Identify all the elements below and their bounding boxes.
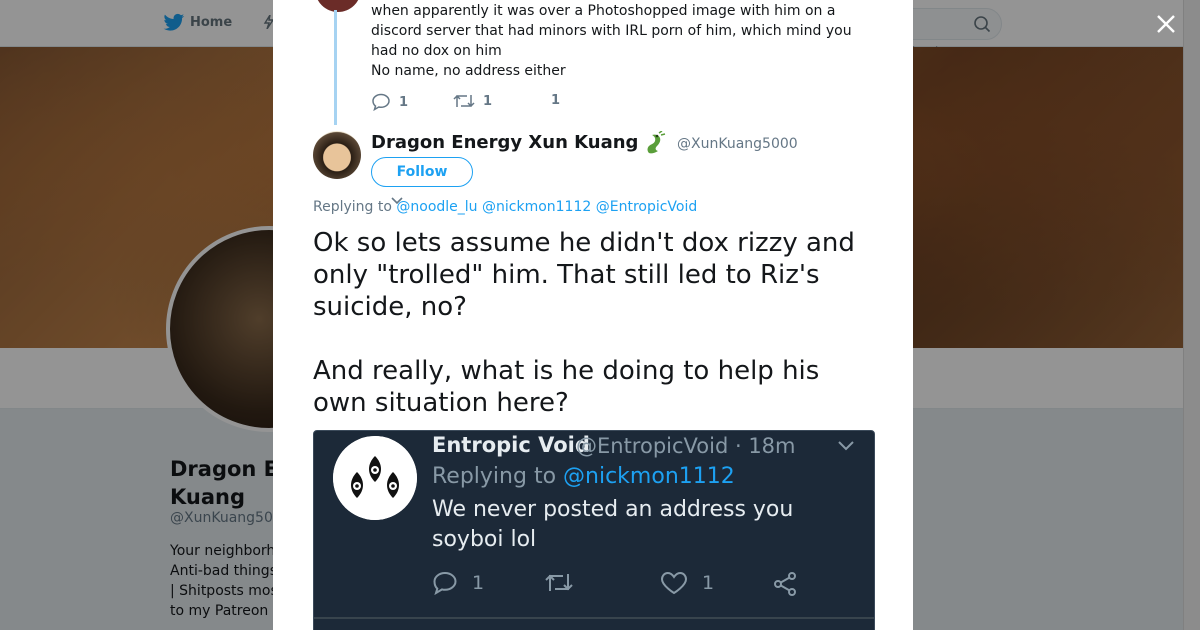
embedded-actions: 1 1 bbox=[432, 571, 852, 599]
previous-tweet-line: had no dox on him bbox=[371, 43, 502, 59]
retweet-count: 1 bbox=[483, 93, 493, 109]
mention-link[interactable]: @noodle_lu bbox=[396, 199, 477, 215]
thread-connector-line bbox=[334, 10, 337, 125]
follow-button[interactable]: Follow bbox=[371, 157, 473, 187]
chevron-down-icon bbox=[838, 441, 854, 451]
tweet-paragraph: Ok so lets assume he didn't dox rizzy an… bbox=[313, 228, 855, 322]
embedded-mention: @nickmon1112 bbox=[563, 464, 735, 489]
author-avatar[interactable] bbox=[313, 131, 361, 179]
retweet-icon bbox=[453, 94, 475, 108]
previous-tweet-line: No name, no address either bbox=[371, 63, 566, 79]
entropic-void-avatar bbox=[333, 436, 417, 520]
replying-to: Replying to @noodle_lu @nickmon1112 @Ent… bbox=[313, 199, 697, 215]
embedded-retweet bbox=[544, 571, 574, 595]
previous-tweet-actions: 1 1 1 bbox=[371, 93, 631, 113]
dragon-emoji-icon bbox=[647, 131, 666, 154]
tweet-paragraph: And really, what is he doing to help his… bbox=[313, 356, 820, 418]
reply-icon bbox=[433, 571, 457, 595]
previous-tweet-line: discord server that had minors with IRL … bbox=[371, 23, 852, 39]
reply-icon bbox=[372, 93, 390, 111]
embedded-like: 1 bbox=[660, 571, 714, 595]
mention-link[interactable]: @nickmon1112 bbox=[482, 199, 591, 215]
retweet-button[interactable]: 1 bbox=[453, 93, 492, 109]
reply-button[interactable]: 1 bbox=[371, 93, 408, 111]
tweet-text: Ok so lets assume he didn't dox rizzy an… bbox=[313, 227, 873, 419]
like-button[interactable]: 1 bbox=[551, 93, 560, 108]
share-icon bbox=[774, 572, 796, 596]
embedded-reply-count: 1 bbox=[472, 572, 485, 594]
previous-tweet-avatar[interactable] bbox=[315, 0, 361, 12]
previous-tweet-text: when apparently it was over a Photoshopp… bbox=[371, 1, 871, 81]
retweet-icon bbox=[545, 574, 573, 591]
author-name[interactable]: Dragon Energy Xun Kuang bbox=[371, 132, 638, 153]
embedded-share bbox=[772, 571, 798, 597]
previous-tweet-line: when apparently it was over a Photoshopp… bbox=[371, 3, 836, 19]
like-count: 1 bbox=[551, 93, 561, 108]
embedded-reply: 1 bbox=[432, 571, 484, 595]
embedded-replying-to: Replying to @nickmon1112 bbox=[432, 464, 735, 489]
embedded-replying-label: Replying to bbox=[432, 464, 557, 489]
tweet-modal: when apparently it was over a Photoshopp… bbox=[273, 0, 913, 630]
tweet-media-image[interactable]: Entropic Void @EntropicVoid · 18m Replyi… bbox=[313, 430, 875, 630]
replying-to-label: Replying to bbox=[313, 199, 392, 215]
author-handle[interactable]: @XunKuang5000 bbox=[677, 136, 798, 152]
embedded-author-name: Entropic Void bbox=[432, 433, 590, 457]
close-icon[interactable] bbox=[1154, 12, 1178, 36]
mention-link[interactable]: @EntropicVoid bbox=[596, 199, 698, 215]
embedded-author-meta: @EntropicVoid · 18m bbox=[576, 434, 796, 458]
embedded-divider bbox=[314, 617, 874, 619]
like-icon bbox=[660, 571, 688, 595]
reply-count: 1 bbox=[399, 94, 409, 110]
embedded-tweet-text: We never posted an address you soyboi lo… bbox=[432, 497, 794, 552]
embedded-like-count: 1 bbox=[702, 572, 715, 594]
